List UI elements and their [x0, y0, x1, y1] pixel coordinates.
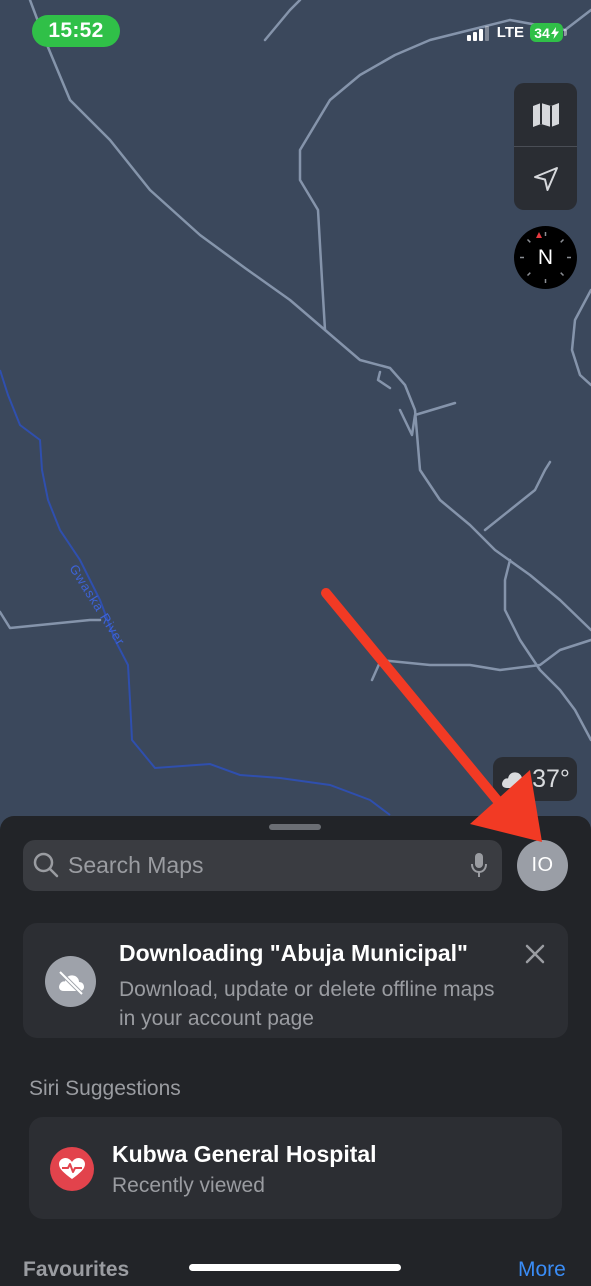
map-mode-button[interactable] [514, 83, 577, 146]
charging-bolt-icon [550, 26, 559, 39]
cloud-icon [502, 772, 528, 788]
weather-badge: 37° [493, 757, 577, 801]
download-description: Download, update or delete offline maps … [119, 978, 495, 1030]
compass-north-label: N [537, 245, 554, 269]
close-icon[interactable] [524, 943, 546, 965]
microphone-icon[interactable] [470, 852, 488, 879]
suggestion-item[interactable]: Kubwa General Hospital Recently viewed [29, 1117, 562, 1219]
favourites-heading: Favourites [23, 1258, 130, 1281]
search-sheet: Search Maps IO Downloading "Abuja Munici… [0, 816, 591, 1286]
search-input[interactable]: Search Maps [23, 840, 502, 891]
battery-icon: 34 [530, 23, 567, 42]
search-placeholder: Search Maps [68, 852, 204, 878]
suggestion-subtitle: Recently viewed [112, 1174, 265, 1197]
home-indicator[interactable] [189, 1264, 401, 1271]
offline-cloud-icon [45, 956, 96, 1007]
weather-temperature: 37° [532, 764, 570, 793]
account-avatar-button[interactable]: IO [517, 840, 568, 891]
favourites-more-link[interactable]: More [518, 1258, 566, 1282]
network-type: LTE [496, 24, 524, 41]
download-title: Downloading "Abuja Municipal" [119, 940, 468, 966]
siri-suggestions-heading: Siri Suggestions [29, 1077, 181, 1100]
map-controls [514, 83, 577, 210]
sheet-grabber[interactable] [269, 824, 321, 830]
suggestion-title: Kubwa General Hospital [112, 1141, 377, 1167]
status-bar: 15:52 LTE 34 [0, 0, 591, 64]
location-arrow-icon [533, 166, 558, 191]
cellular-signal-icon [466, 25, 489, 41]
battery-level: 34 [534, 24, 550, 41]
compass-button[interactable]: N [514, 226, 577, 289]
current-location-button[interactable] [514, 147, 577, 210]
status-time[interactable]: 15:52 [32, 15, 120, 47]
status-indicators: LTE 34 [466, 23, 567, 42]
hospital-icon [50, 1147, 94, 1191]
map-icon [532, 102, 559, 127]
download-banner[interactable]: Downloading "Abuja Municipal" Download, … [23, 923, 568, 1038]
search-icon [33, 852, 59, 878]
